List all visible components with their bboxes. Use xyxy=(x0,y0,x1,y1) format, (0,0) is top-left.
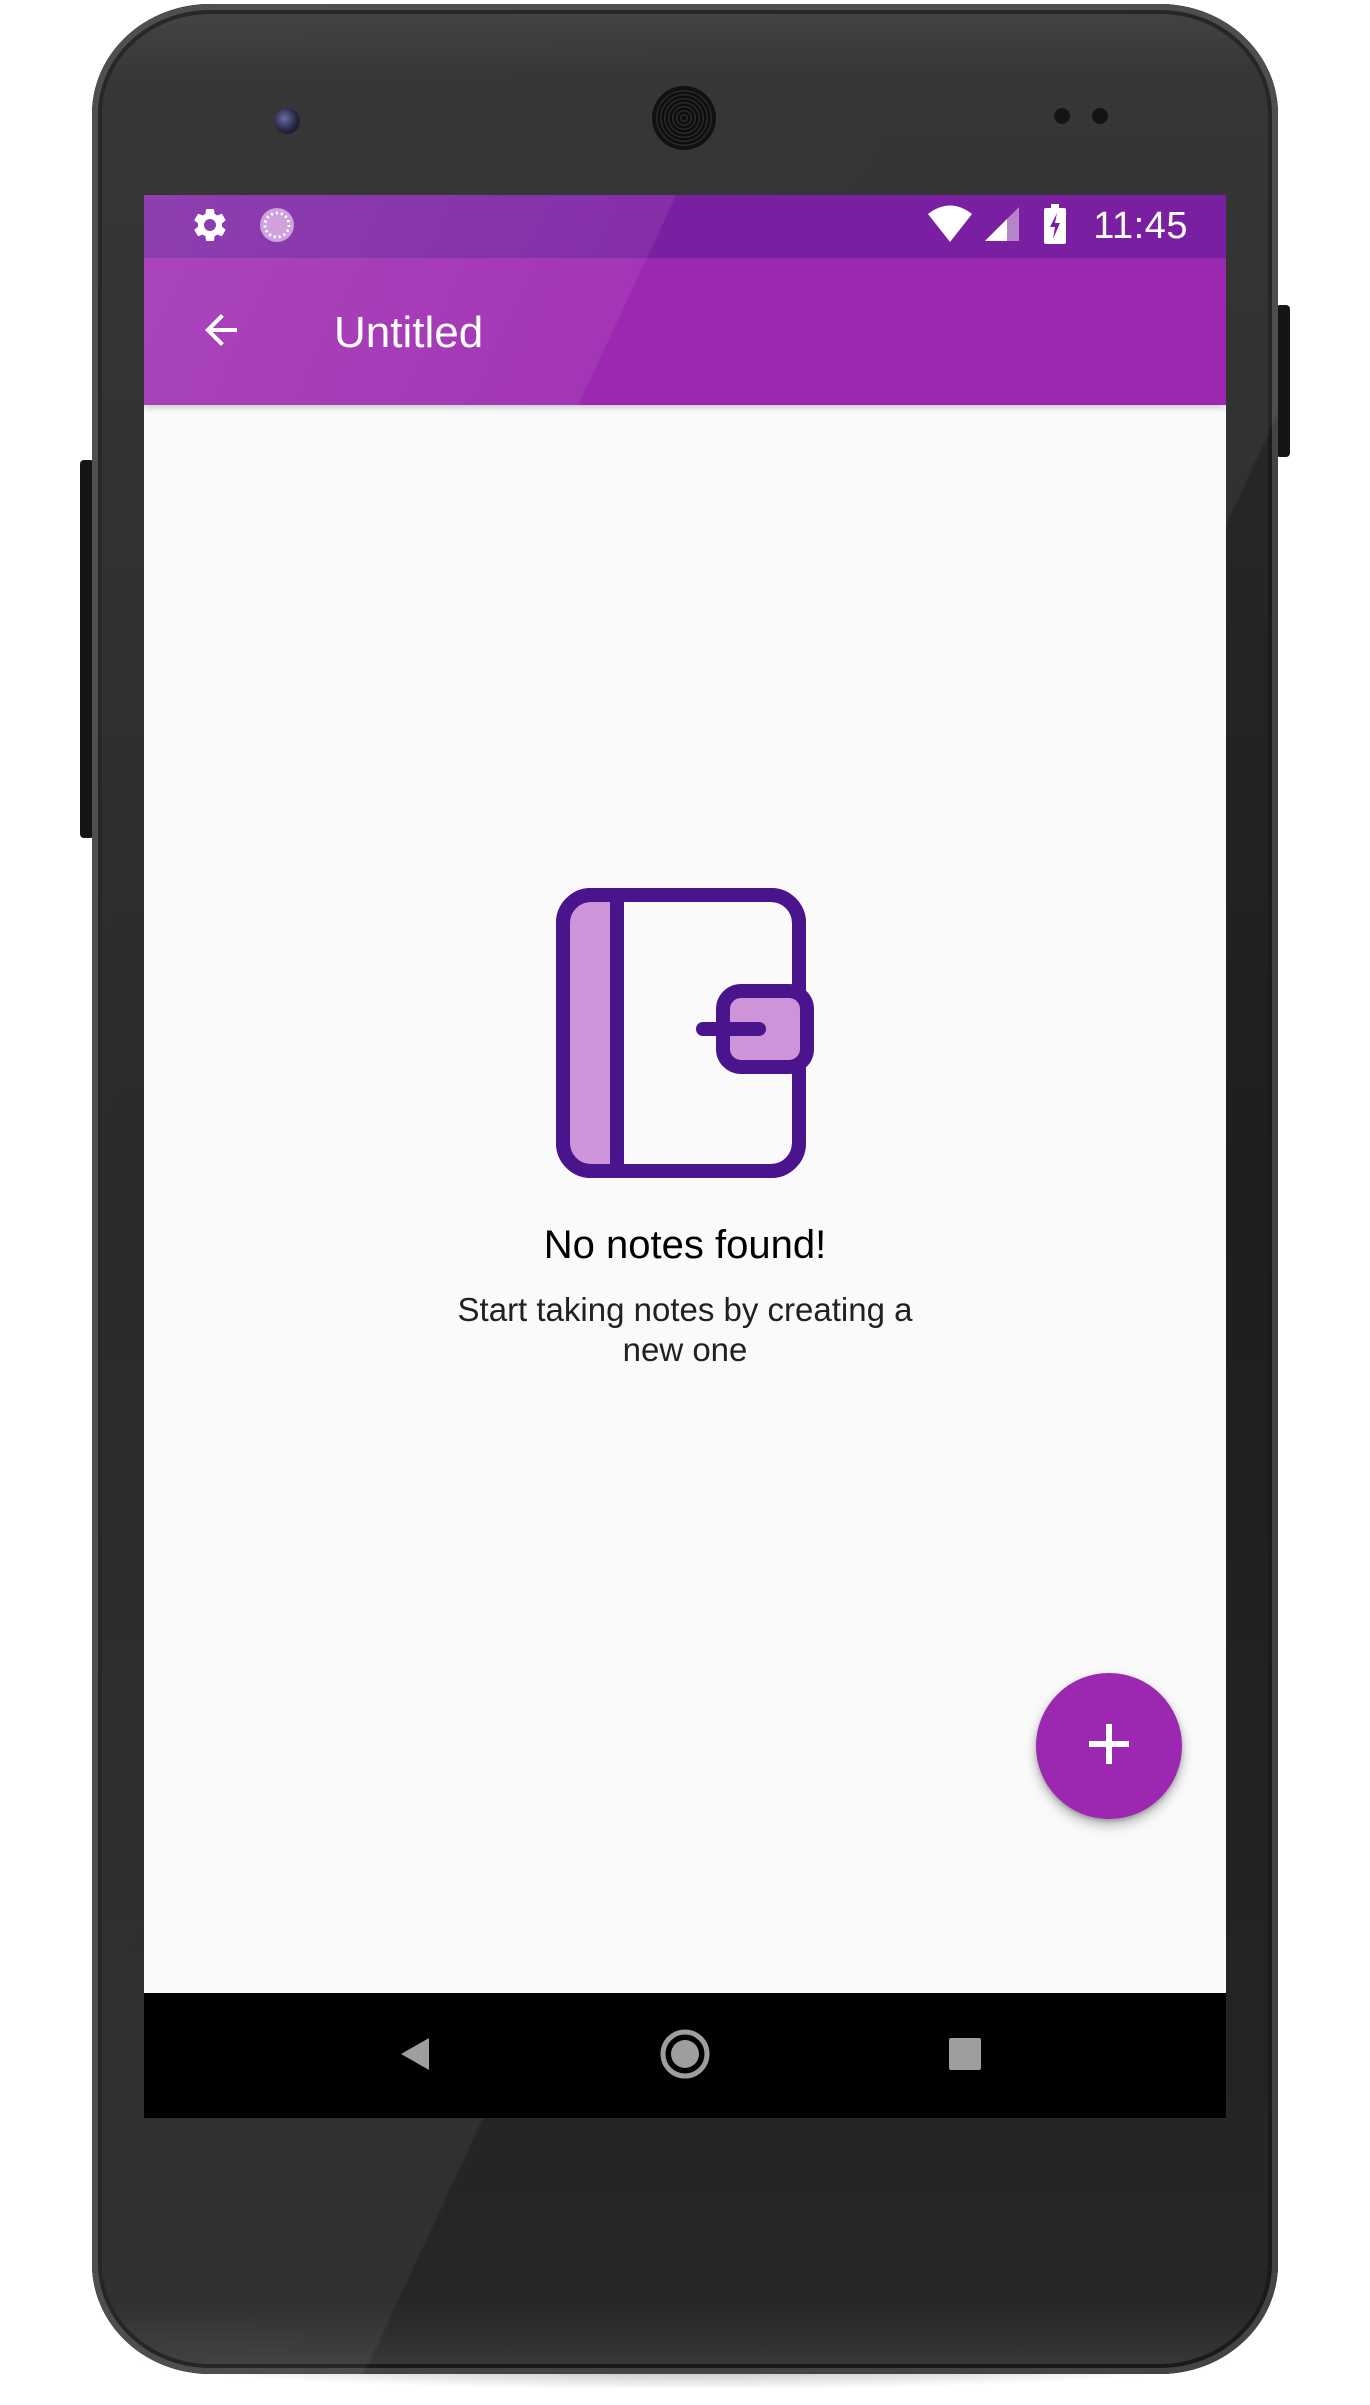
light-sensor xyxy=(1092,108,1108,124)
nav-home-button[interactable] xyxy=(648,2019,722,2093)
device-mockup: 11:45 Untitled No notes found! Start tak… xyxy=(0,0,1370,2405)
home-circle-icon xyxy=(659,2028,711,2085)
front-camera xyxy=(274,108,300,134)
status-clock: 11:45 xyxy=(1093,204,1188,247)
back-button[interactable] xyxy=(188,299,254,365)
status-right-icons: 11:45 xyxy=(927,203,1188,249)
back-triangle-icon xyxy=(395,2034,435,2079)
empty-title: No notes found! xyxy=(543,1223,827,1267)
recents-square-icon xyxy=(948,2037,982,2076)
arrow-back-icon xyxy=(197,306,245,359)
earpiece-speaker xyxy=(655,89,713,147)
add-note-button[interactable] xyxy=(1036,1673,1182,1819)
wifi-icon xyxy=(927,205,973,248)
settings-icon xyxy=(190,205,230,250)
status-left-icons xyxy=(190,207,296,247)
cell-signal-icon xyxy=(983,205,1021,248)
empty-state: No notes found! Start taking notes by cr… xyxy=(144,885,1226,1370)
status-bar: 11:45 xyxy=(144,195,1226,258)
empty-subtitle: Start taking notes by creating a new one xyxy=(457,1291,913,1368)
nav-back-button[interactable] xyxy=(378,2019,452,2093)
page-title: Untitled xyxy=(334,308,484,357)
power-button xyxy=(1276,305,1290,457)
notebook-icon xyxy=(556,888,814,1178)
battery-charging-icon xyxy=(1043,203,1067,249)
navigation-bar xyxy=(144,1993,1226,2118)
sync-spinner-icon xyxy=(258,206,296,249)
screen: 11:45 Untitled No notes found! Start tak… xyxy=(144,195,1226,2118)
plus-icon xyxy=(1087,1722,1131,1771)
app-bar xyxy=(144,258,1226,405)
proximity-sensor xyxy=(1054,108,1070,124)
nav-recents-button[interactable] xyxy=(928,2019,1002,2093)
